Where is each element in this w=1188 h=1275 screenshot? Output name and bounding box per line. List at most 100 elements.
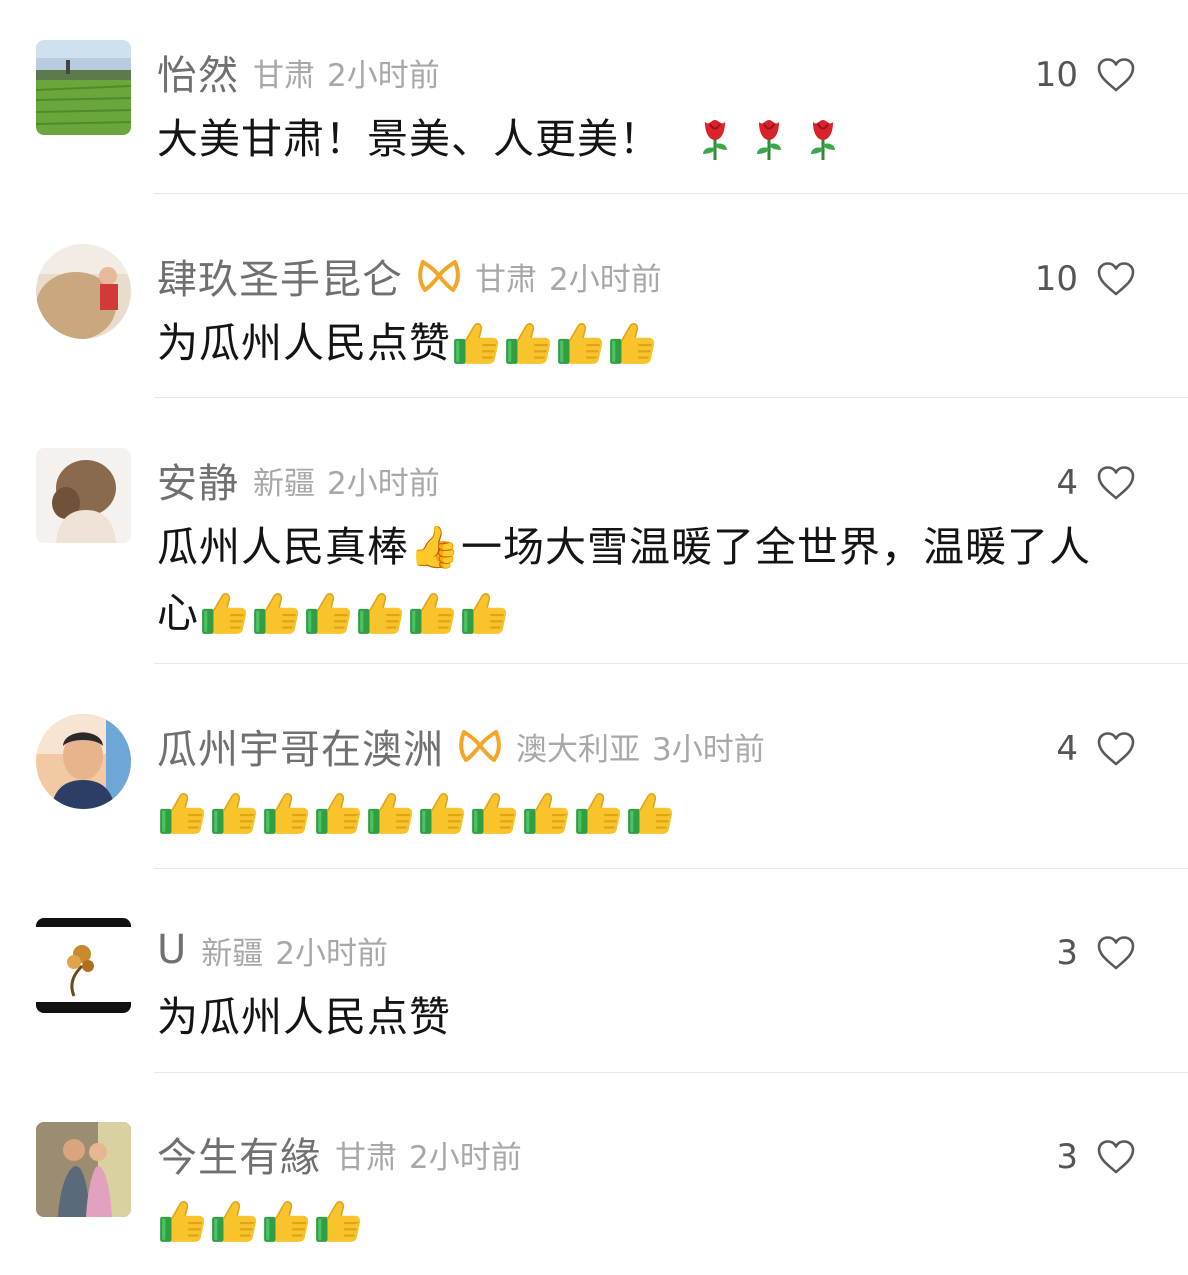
thumbs-up-emoji — [407, 588, 457, 638]
comment-line: 为瓜州人民点赞 — [157, 993, 451, 1041]
thumbs-up-emoji — [555, 318, 605, 368]
emoji-sequence — [691, 114, 849, 180]
thumbs-up-emoji — [209, 788, 259, 838]
location: 新疆 — [253, 465, 315, 502]
thumbs-up-emoji — [261, 1196, 311, 1246]
thumbs-up-emoji — [303, 588, 353, 638]
like-button[interactable]: 3 — [1056, 1132, 1136, 1182]
comment-text[interactable]: 为瓜州人民点赞 — [157, 310, 1147, 376]
badge-icon — [458, 726, 502, 766]
thumbs-up-emoji — [355, 588, 405, 638]
location: 新疆 — [201, 935, 264, 972]
divider — [154, 663, 1188, 664]
comment-meta: U 新疆 2小时前 — [157, 924, 388, 976]
heart-icon — [1096, 465, 1136, 501]
location: 澳大利亚 — [516, 731, 640, 768]
comment-line: 大美甘肃！景美、人更美！ — [157, 115, 661, 163]
thumbs-up-emoji — [625, 788, 675, 838]
thumbs-up-emoji — [157, 788, 207, 838]
location: 甘肃 — [253, 57, 315, 94]
thumbs-up-emoji — [251, 588, 301, 638]
thumbs-up-emoji — [459, 588, 509, 638]
emoji-sequence — [157, 788, 677, 854]
person-avatar — [36, 244, 131, 339]
timestamp: 2小时前 — [549, 261, 662, 298]
emoji-sequence — [451, 318, 659, 384]
comment-meta: 今生有緣 甘肃 2小时前 — [157, 1125, 522, 1183]
thumbs-up-emoji — [469, 788, 519, 838]
thumbs-up-emoji — [573, 788, 623, 838]
comment-text[interactable]: 大美甘肃！景美、人更美！ — [157, 106, 1147, 172]
thumbs-up-emoji — [157, 1196, 207, 1246]
divider — [154, 397, 1188, 398]
timestamp: 2小时前 — [409, 1139, 522, 1176]
badge-icon — [417, 256, 461, 296]
timestamp: 3小时前 — [652, 731, 765, 768]
timestamp: 2小时前 — [275, 935, 389, 972]
like-button[interactable]: 10 — [1035, 50, 1136, 100]
comment-text[interactable] — [157, 780, 1147, 846]
heart-icon — [1096, 1139, 1136, 1175]
timestamp: 2小时前 — [327, 57, 440, 94]
comment-text[interactable]: 为瓜州人民点赞 — [157, 984, 1147, 1050]
thumbs-up-emoji — [417, 788, 467, 838]
like-button[interactable]: 3 — [1056, 928, 1136, 978]
divider — [154, 868, 1188, 869]
emoji-sequence — [199, 588, 511, 654]
avatar[interactable] — [36, 244, 131, 339]
username[interactable]: 瓜州宇哥在澳洲 — [157, 717, 444, 775]
comment-line: 为瓜州人民点赞 — [157, 319, 451, 367]
avatar[interactable] — [36, 714, 131, 809]
rose-emoji — [745, 114, 793, 162]
username[interactable]: 安静 — [157, 451, 239, 509]
rose-emoji — [799, 114, 847, 162]
username[interactable]: 怡然 — [157, 43, 239, 101]
avatar[interactable] — [36, 448, 131, 543]
avatar[interactable] — [36, 1122, 131, 1217]
comment-item: 瓜州宇哥在澳洲 澳大利亚 3小时前 4 — [0, 714, 1188, 864]
like-button[interactable]: 4 — [1056, 458, 1136, 508]
emoji-sequence — [157, 1196, 365, 1262]
thumbs-up-emoji — [451, 318, 501, 368]
username[interactable]: 今生有緣 — [157, 1125, 321, 1183]
woman-hair-avatar — [36, 448, 131, 543]
family-photo-avatar — [36, 1122, 131, 1217]
like-count: 10 — [1034, 259, 1078, 299]
username[interactable]: U — [157, 927, 187, 973]
thumbs-up-emoji — [365, 788, 415, 838]
like-button[interactable]: 10 — [1035, 254, 1136, 304]
comment-item: 肆玖圣手昆仑 甘肃 2小时前 为瓜州人民点赞 10 — [0, 244, 1188, 394]
avatar[interactable] — [36, 918, 131, 1013]
comment-meta: 瓜州宇哥在澳洲 澳大利亚 3小时前 — [157, 717, 765, 775]
thumbs-up-emoji — [199, 588, 249, 638]
thumbs-up-emoji — [261, 788, 311, 838]
heart-icon — [1096, 57, 1136, 93]
like-count: 4 — [1056, 729, 1078, 769]
comment-item: U 新疆 2小时前 为瓜州人民点赞 3 — [0, 918, 1188, 1068]
like-count: 10 — [1034, 55, 1078, 95]
comment-text[interactable] — [157, 1188, 1147, 1254]
thumbs-up-emoji — [607, 318, 657, 368]
comment-line: 瓜州人民真棒👍一场大雪温暖了全世界，温暖了人 — [157, 523, 1092, 571]
comment-meta: 怡然 甘肃 2小时前 — [157, 43, 440, 101]
location: 甘肃 — [475, 261, 537, 298]
comment-item: 今生有緣 甘肃 2小时前 3 — [0, 1122, 1188, 1272]
heart-icon — [1096, 731, 1136, 767]
young-man-avatar — [36, 714, 131, 809]
comment-item: 安静 新疆 2小时前 瓜州人民真棒👍一场大雪温暖了全世界，温暖了人 心 4 — [0, 448, 1188, 658]
comment-meta: 肆玖圣手昆仑 甘肃 2小时前 — [157, 247, 662, 305]
comment-item: 怡然 甘肃 2小时前 大美甘肃！景美、人更美！ 10 — [0, 40, 1188, 190]
divider — [154, 1072, 1188, 1073]
location: 甘肃 — [335, 1139, 397, 1176]
thumbs-up-emoji — [521, 788, 571, 838]
username[interactable]: 肆玖圣手昆仑 — [157, 247, 403, 305]
heart-icon — [1096, 261, 1136, 297]
like-count: 4 — [1056, 463, 1078, 503]
thumbs-up-emoji — [313, 788, 363, 838]
thumbs-up-emoji — [209, 1196, 259, 1246]
like-button[interactable]: 4 — [1056, 724, 1136, 774]
like-count: 3 — [1056, 1137, 1078, 1177]
rice-field-avatar — [36, 40, 131, 135]
comment-text[interactable]: 瓜州人民真棒👍一场大雪温暖了全世界，温暖了人 心 — [157, 514, 1147, 646]
avatar[interactable] — [36, 40, 131, 135]
